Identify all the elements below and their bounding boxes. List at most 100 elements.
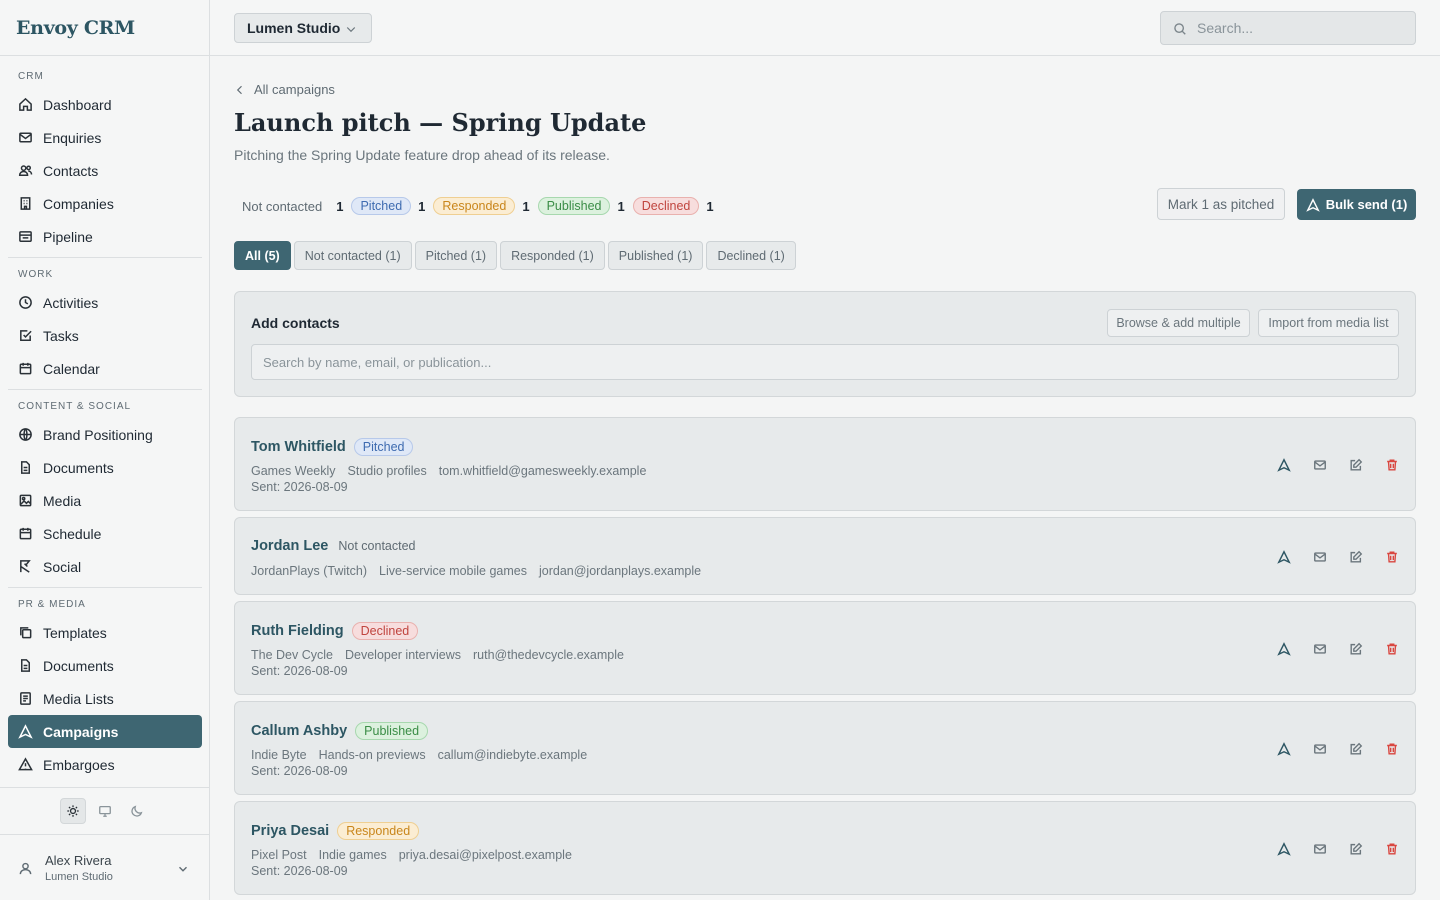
sidebar-item-media-lists[interactable]: Media Lists xyxy=(8,682,202,715)
send-icon xyxy=(1277,458,1291,472)
edit-button[interactable] xyxy=(1349,642,1363,656)
nav-divider xyxy=(8,257,202,258)
sidebar: Envoy CRM CRM Dashboard Enquiries Contac… xyxy=(0,0,210,900)
contact-row: Jordan Lee Not contacted JordanPlays (Tw… xyxy=(234,517,1416,595)
delete-button[interactable] xyxy=(1385,642,1399,656)
contact-name[interactable]: Tom Whitfield xyxy=(251,439,346,455)
app-name: Envoy CRM xyxy=(16,16,135,39)
contact-name[interactable]: Priya Desai xyxy=(251,823,329,839)
back-link[interactable]: All campaigns xyxy=(234,82,335,97)
send-icon xyxy=(1277,550,1291,564)
sidebar-item-calendar[interactable]: Calendar xyxy=(8,352,202,385)
trash-icon xyxy=(1387,643,1397,655)
contact-beat: Studio profiles xyxy=(347,464,427,478)
sidebar-item-label: Dashboard xyxy=(43,96,112,113)
send-pitch-button[interactable] xyxy=(1277,458,1291,472)
delete-button[interactable] xyxy=(1385,458,1399,472)
edit-button[interactable] xyxy=(1349,550,1363,564)
theme-system-button[interactable] xyxy=(92,798,118,824)
delete-button[interactable] xyxy=(1385,550,1399,564)
email-button[interactable] xyxy=(1313,742,1327,756)
email-button[interactable] xyxy=(1313,842,1327,856)
sidebar-item-social[interactable]: Social xyxy=(8,550,202,583)
contact-name[interactable]: Ruth Fielding xyxy=(251,623,344,639)
email-button[interactable] xyxy=(1313,550,1327,564)
sidebar-item-schedule[interactable]: Schedule xyxy=(8,517,202,550)
copy-icon xyxy=(20,627,32,639)
edit-button[interactable] xyxy=(1349,458,1363,472)
clock-icon xyxy=(19,296,32,309)
sidebar-item-brand-positioning[interactable]: Brand Positioning xyxy=(8,418,202,451)
sidebar-item-documents[interactable]: Documents xyxy=(8,451,202,484)
sidebar-item-label: Media Lists xyxy=(43,690,114,707)
org-selector[interactable]: Lumen Studio xyxy=(234,13,372,43)
contact-sent-date: Sent: 2026-08-09 xyxy=(251,664,348,678)
delete-button[interactable] xyxy=(1385,742,1399,756)
image-icon xyxy=(19,494,32,507)
status-badge: Pitched xyxy=(353,438,414,456)
tab-declined[interactable]: Declined (1) xyxy=(706,241,796,270)
social-icon xyxy=(20,560,31,573)
sidebar-item-label: Documents xyxy=(43,657,114,674)
sidebar-item-tasks[interactable]: Tasks xyxy=(8,319,202,352)
contact-email: callum@indiebyte.example xyxy=(437,748,588,762)
sidebar-item-campaigns[interactable]: Campaigns xyxy=(8,715,202,748)
trash-icon xyxy=(1387,843,1397,855)
sidebar-item-activities[interactable]: Activities xyxy=(8,286,202,319)
sidebar-item-pipeline[interactable]: Pipeline xyxy=(8,220,202,253)
topbar: Lumen Studio xyxy=(210,0,1440,56)
brand[interactable]: Envoy CRM xyxy=(0,0,209,56)
send-pitch-button[interactable] xyxy=(1277,842,1291,856)
contact-email: jordan@jordanplays.example xyxy=(539,564,702,578)
send-pitch-button[interactable] xyxy=(1277,550,1291,564)
theme-dark-button[interactable] xyxy=(124,798,150,824)
nav-section-label: CONTENT & SOCIAL xyxy=(18,401,132,412)
send-pitch-button[interactable] xyxy=(1277,742,1291,756)
search-input[interactable] xyxy=(1197,20,1397,36)
bulk-send-button[interactable]: Bulk send (1) xyxy=(1297,189,1416,220)
sun-icon xyxy=(67,805,79,817)
tab-all[interactable]: All (5) xyxy=(234,241,291,270)
import-media-list-button[interactable]: Import from media list xyxy=(1258,309,1399,337)
edit-button[interactable] xyxy=(1349,742,1363,756)
user-menu[interactable]: Alex Rivera Lumen Studio xyxy=(0,836,210,900)
send-pitch-button[interactable] xyxy=(1277,642,1291,656)
page-subtitle: Pitching the Spring Update feature drop … xyxy=(234,147,610,163)
mark-pitched-button[interactable]: Mark 1 as pitched xyxy=(1157,188,1285,220)
contact-search-input[interactable] xyxy=(251,344,1399,380)
contact-name[interactable]: Jordan Lee xyxy=(251,538,328,554)
document-icon xyxy=(21,659,30,672)
summary-count-published: 1 xyxy=(617,198,625,214)
sidebar-item-enquiries[interactable]: Enquiries xyxy=(8,121,202,154)
status-filter-tabs: All (5) Not contacted (1) Pitched (1) Re… xyxy=(234,241,796,270)
email-button[interactable] xyxy=(1313,642,1327,656)
edit-button[interactable] xyxy=(1349,842,1363,856)
sidebar-item-media[interactable]: Media xyxy=(8,484,202,517)
nav-section-label: CRM xyxy=(18,71,44,82)
sidebar-item-label: Templates xyxy=(43,624,107,641)
sidebar-item-label: Activities xyxy=(43,294,99,311)
nav-divider xyxy=(8,389,202,390)
sidebar-item-dashboard[interactable]: Dashboard xyxy=(8,88,202,121)
email-button[interactable] xyxy=(1313,458,1327,472)
sidebar-item-pr-documents[interactable]: Documents xyxy=(8,649,202,682)
sidebar-item-companies[interactable]: Companies xyxy=(8,187,202,220)
add-contacts-title: Add contacts xyxy=(251,315,340,331)
tab-pitched[interactable]: Pitched (1) xyxy=(414,241,498,270)
theme-light-button[interactable] xyxy=(60,798,86,824)
delete-button[interactable] xyxy=(1385,842,1399,856)
sidebar-item-contacts[interactable]: Contacts xyxy=(8,154,202,187)
contact-name[interactable]: Callum Ashby xyxy=(251,723,347,739)
tab-not-contacted[interactable]: Not contacted (1) xyxy=(293,241,412,270)
summary-badge-responded: Responded xyxy=(433,197,516,215)
tab-published[interactable]: Published (1) xyxy=(607,241,704,270)
sidebar-item-embargoes[interactable]: Embargoes xyxy=(8,748,202,781)
sidebar-item-templates[interactable]: Templates xyxy=(8,616,202,649)
tab-responded[interactable]: Responded (1) xyxy=(500,241,605,270)
browse-add-button[interactable]: Browse & add multiple xyxy=(1107,309,1250,337)
sidebar-item-label: Documents xyxy=(43,459,114,476)
warning-icon xyxy=(18,757,33,771)
send-icon xyxy=(18,724,33,739)
contact-publication: Games Weekly xyxy=(251,464,336,478)
user-icon xyxy=(19,862,32,874)
